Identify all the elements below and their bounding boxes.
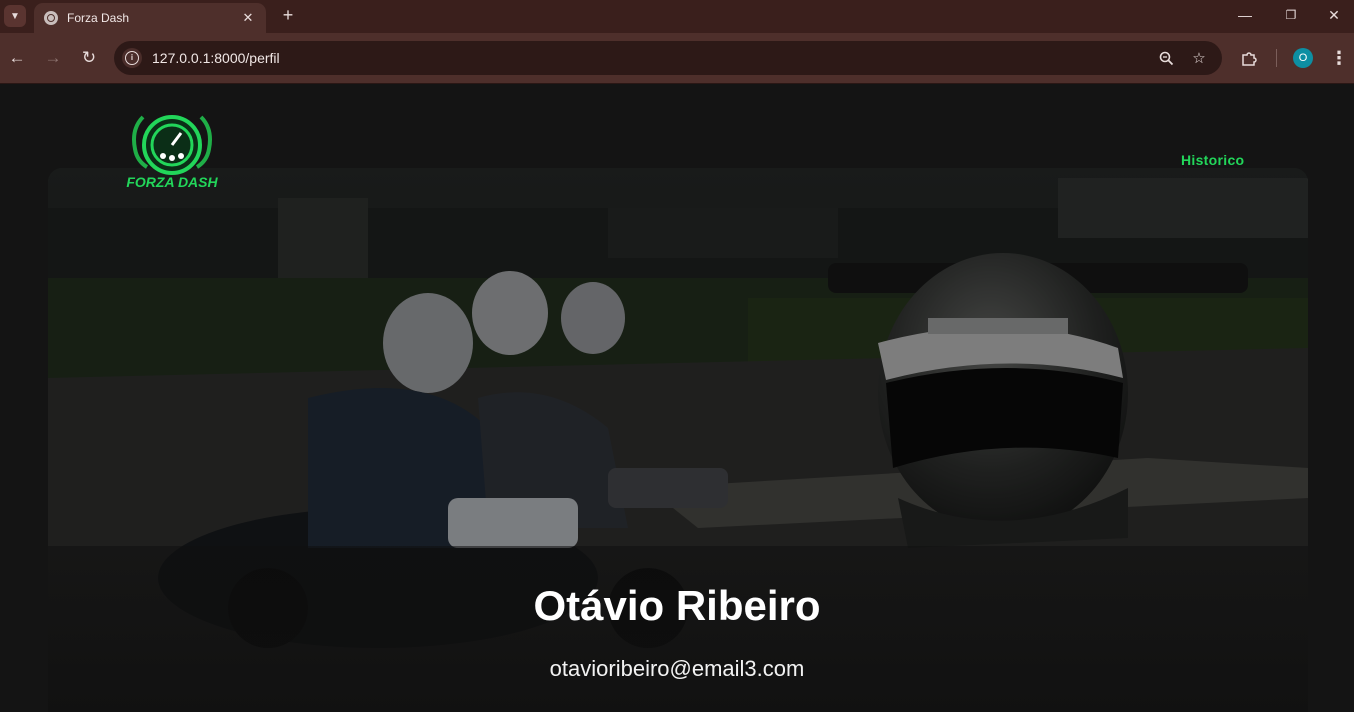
zoom-button[interactable] — [1156, 48, 1176, 68]
arrow-left-icon: ← — [8, 48, 26, 67]
profile-initial: O — [1298, 52, 1308, 64]
close-icon[interactable]: ✕ — [240, 10, 256, 26]
plus-icon: + — [282, 5, 294, 25]
browser-toolbar: ← → ↻ i 127.0.0.1:8000/perfil ☆ O ⋮ — [0, 33, 1354, 84]
reload-icon: ↻ — [81, 48, 97, 67]
close-window-button[interactable]: ✕ — [1314, 0, 1354, 30]
page-content: FORZA DASH Historico Otávio Ribeiro otav… — [0, 84, 1354, 712]
speedometer-logo-icon: FORZA DASH — [126, 115, 219, 190]
reload-button[interactable]: ↻ — [77, 46, 101, 70]
browser-tab[interactable]: Forza Dash ✕ — [34, 3, 266, 33]
profile-name: Otávio Ribeiro — [533, 582, 821, 629]
profile-avatar[interactable]: O — [1293, 48, 1313, 68]
tab-title: Forza Dash — [67, 11, 130, 25]
restore-button[interactable]: ❐ — [1268, 0, 1314, 30]
karting-photo — [48, 168, 1308, 712]
browser-tabstrip: ▼ Forza Dash ✕ + — ❐ ✕ — [0, 0, 1354, 33]
url-text: 127.0.0.1:8000/perfil — [152, 50, 280, 66]
site-info-button[interactable]: i — [122, 48, 142, 68]
globe-icon — [44, 11, 58, 25]
profile-email: otavioribeiro@email3.com — [549, 656, 805, 681]
extensions-button[interactable] — [1237, 46, 1261, 70]
close-icon: ✕ — [1328, 6, 1340, 23]
tab-search-button[interactable]: ▼ — [4, 5, 26, 27]
chevron-down-icon: ▼ — [10, 10, 20, 22]
nav-historico-link[interactable]: Historico — [1181, 152, 1244, 168]
browser-menu-button[interactable]: ⋮ — [1327, 46, 1351, 70]
minimize-button[interactable]: — — [1222, 0, 1268, 30]
profile-banner — [48, 168, 1308, 712]
new-tab-button[interactable]: + — [278, 5, 298, 25]
toolbar-separator — [1276, 49, 1277, 67]
arrow-right-icon: → — [44, 48, 62, 67]
forza-dash-logo[interactable]: FORZA DASH — [125, 109, 219, 191]
minimize-icon: — — [1238, 7, 1252, 23]
info-icon: i — [125, 51, 139, 65]
bookmark-button[interactable]: ☆ — [1189, 48, 1209, 68]
puzzle-icon — [1241, 51, 1257, 66]
address-bar[interactable]: i 127.0.0.1:8000/perfil ☆ — [114, 41, 1222, 75]
forward-button[interactable]: → — [41, 46, 65, 70]
kebab-menu-icon: ⋮ — [1330, 47, 1348, 68]
logo-text: FORZA DASH — [126, 174, 218, 190]
back-button[interactable]: ← — [5, 46, 29, 70]
restore-icon: ❐ — [1285, 8, 1297, 22]
zoom-icon — [1159, 51, 1173, 65]
star-icon: ☆ — [1192, 50, 1206, 67]
